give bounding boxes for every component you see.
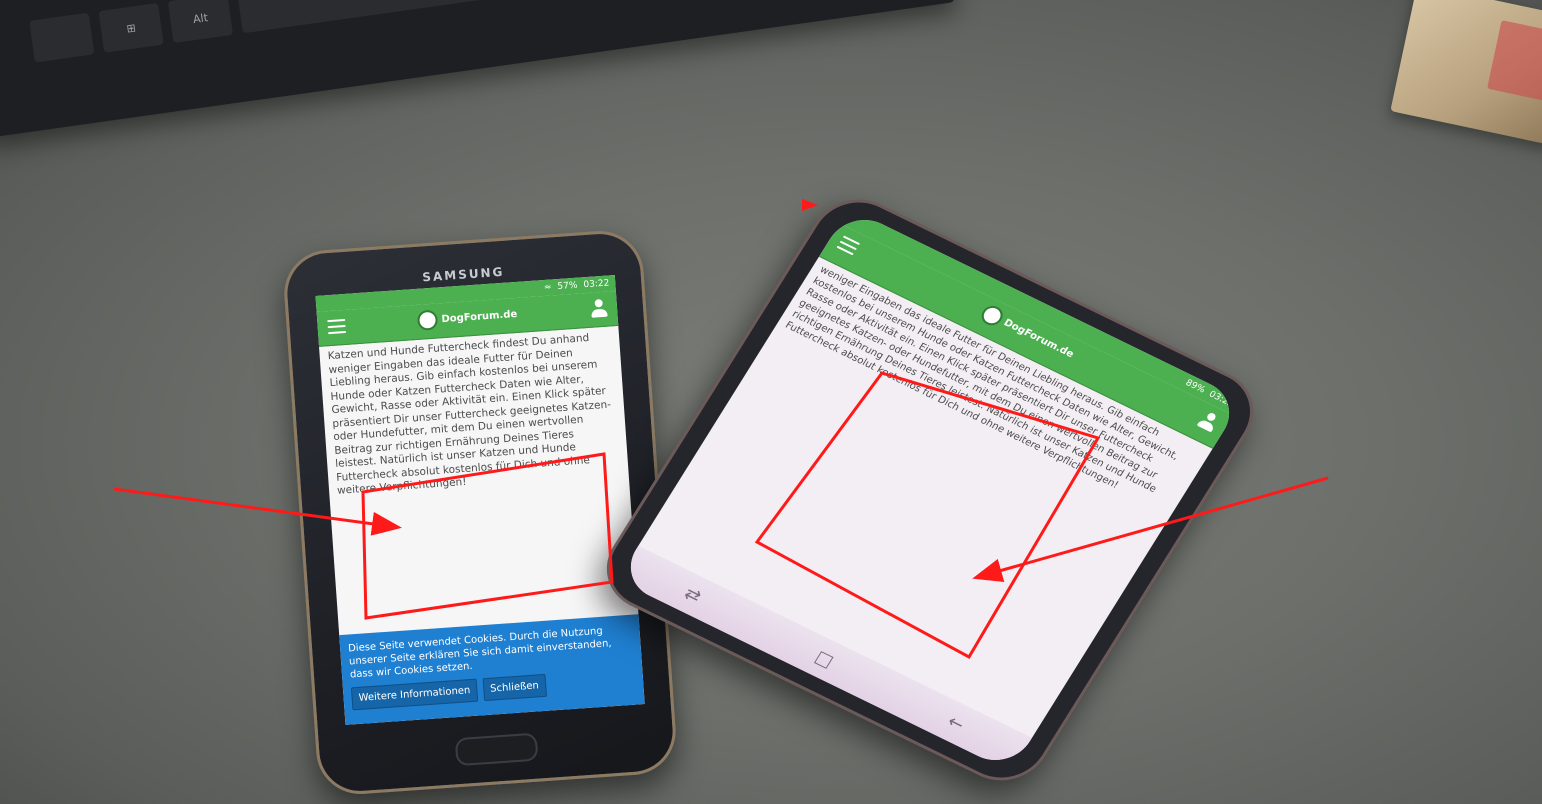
highlight-box-left (361, 452, 614, 620)
small-red-marker (802, 199, 818, 211)
highlight-box-right (754, 371, 1101, 660)
annotation-layer (113, 199, 1329, 660)
arrow-left (113, 487, 402, 536)
arrow-right (972, 476, 1329, 583)
